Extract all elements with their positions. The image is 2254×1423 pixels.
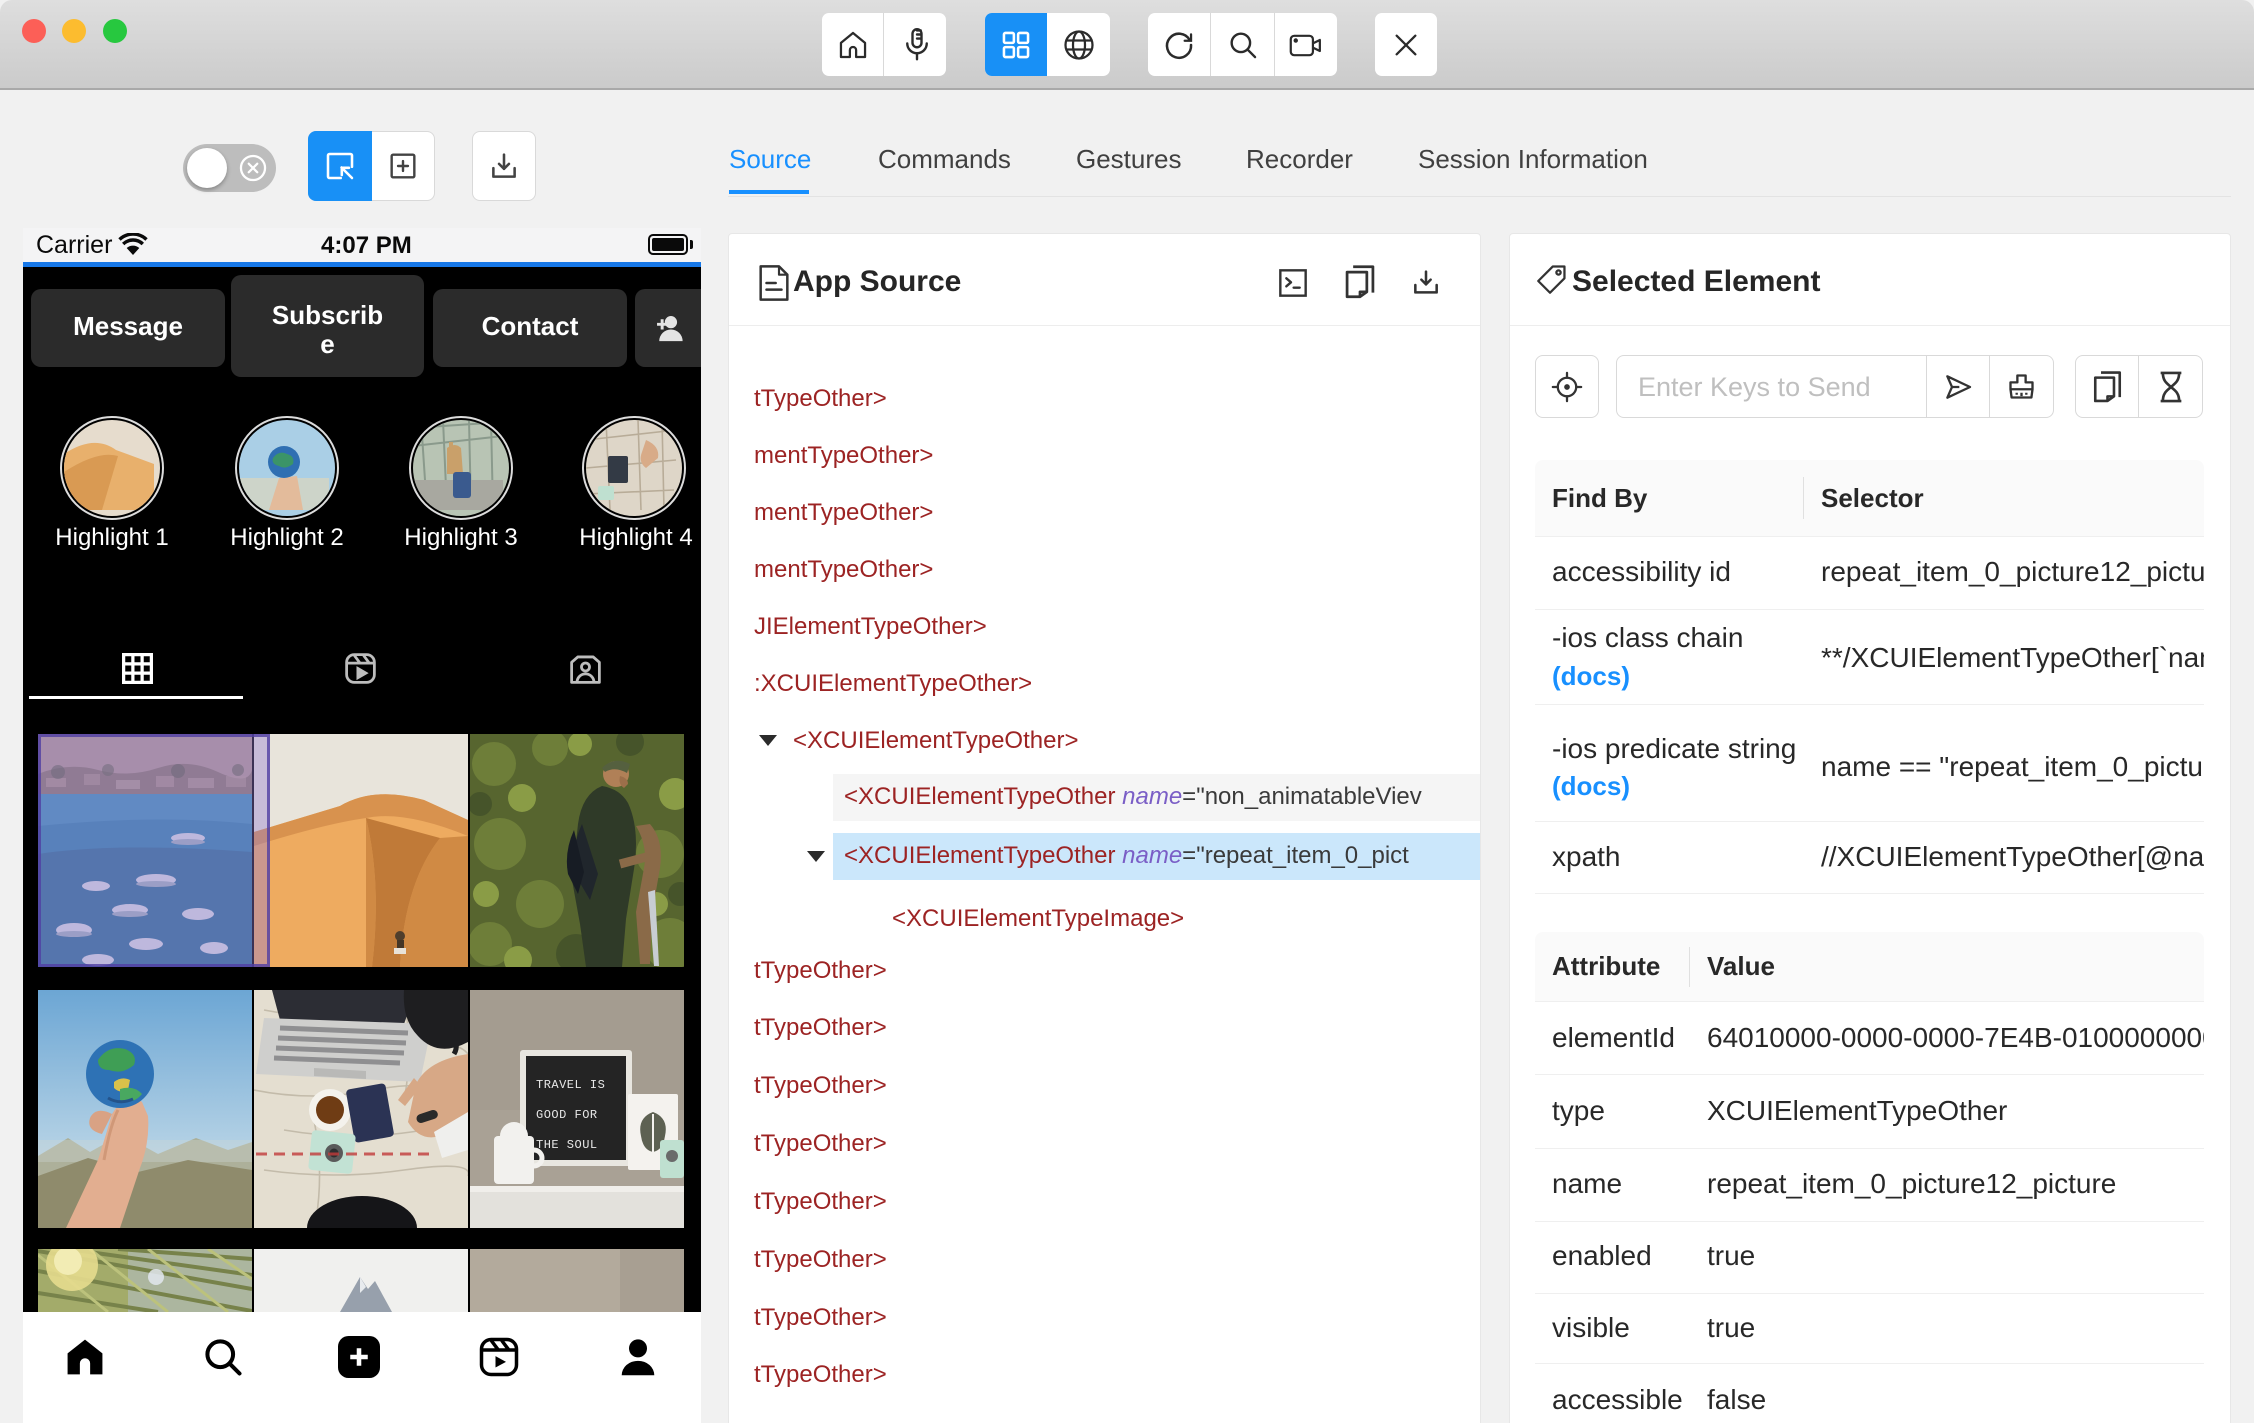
svg-text:TRAVEL IS: TRAVEL IS — [536, 1078, 605, 1092]
svg-text:GOOD FOR: GOOD FOR — [536, 1108, 598, 1122]
svg-text:THE SOUL: THE SOUL — [536, 1138, 598, 1152]
